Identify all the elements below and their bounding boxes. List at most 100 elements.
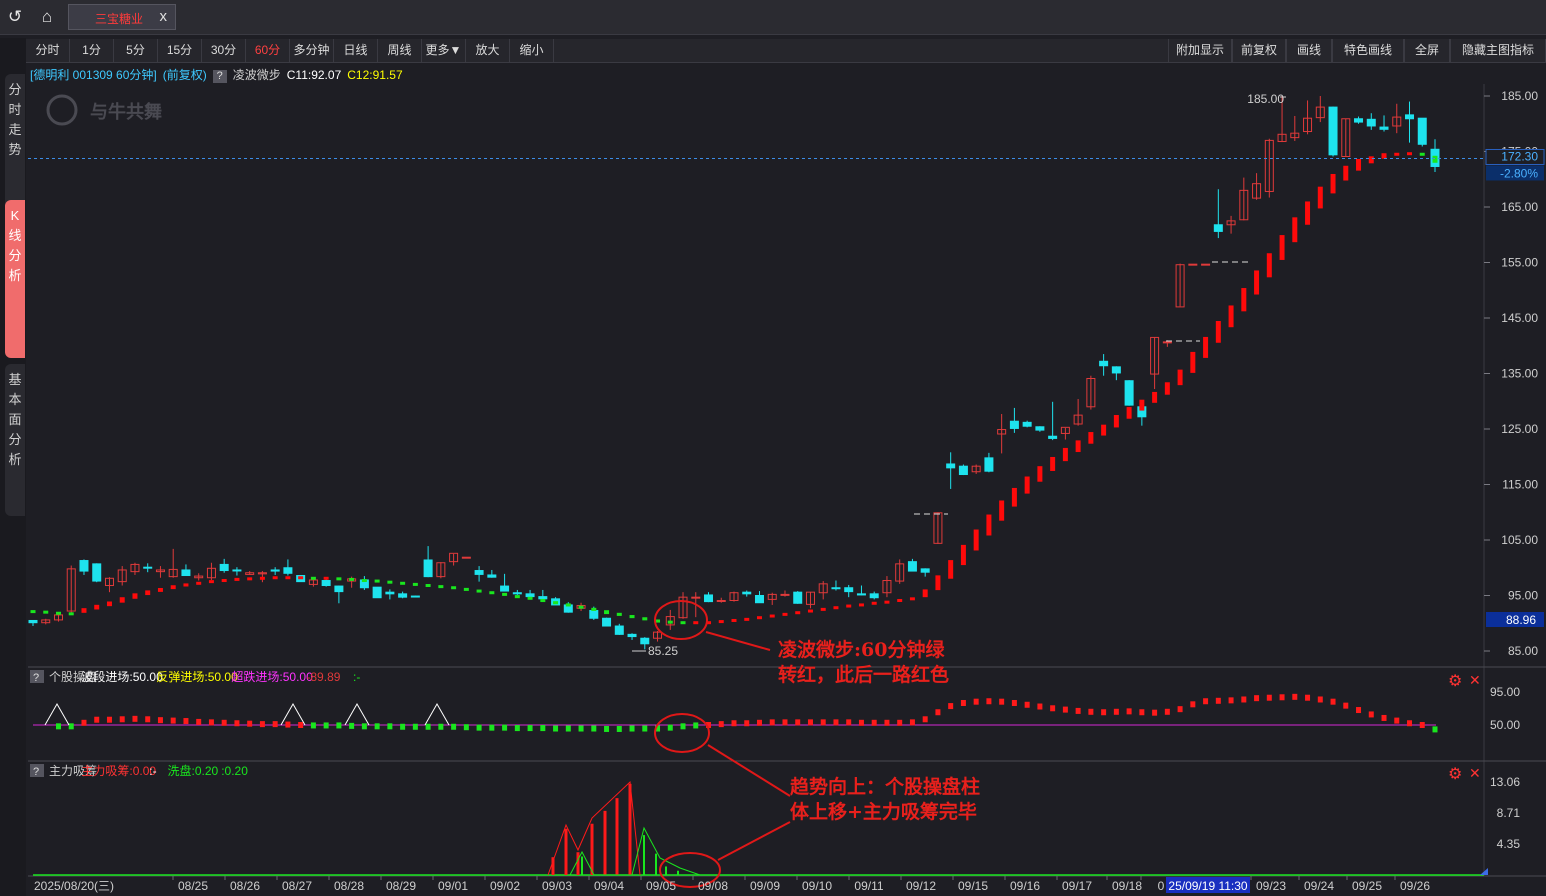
candle-body[interactable] [1124, 380, 1134, 406]
candle-body[interactable] [92, 563, 102, 582]
candle-body[interactable] [500, 585, 510, 592]
kline-chart[interactable]: 与牛共舞185.00175.00165.00155.00145.00135.00… [0, 0, 1546, 896]
panel2-mark [1203, 698, 1209, 705]
candle-body[interactable] [79, 560, 89, 572]
wave-step-mark [807, 609, 813, 613]
panel2-mark [1330, 698, 1336, 705]
panel2-mark [374, 723, 380, 730]
panel2-mark [1177, 706, 1183, 713]
candle-body[interactable] [372, 586, 382, 599]
candle-body[interactable] [1099, 360, 1109, 367]
wave-step-mark [1164, 382, 1170, 395]
candle-body[interactable] [1354, 118, 1364, 123]
candle-body[interactable] [487, 574, 497, 578]
candle-body[interactable] [844, 587, 854, 593]
wave-step-mark [1126, 407, 1132, 419]
candle-body[interactable] [1009, 420, 1019, 429]
candle-body[interactable] [143, 566, 153, 569]
panel2-mark [527, 725, 533, 732]
panel2-mark [782, 719, 788, 726]
panel2-mark [1126, 708, 1132, 715]
candle-body[interactable] [525, 593, 535, 598]
candle-body[interactable] [1417, 117, 1427, 145]
candle-body[interactable] [270, 569, 280, 572]
candle-body[interactable] [334, 585, 344, 593]
candle-body[interactable] [461, 556, 471, 559]
wave-step-mark [119, 597, 125, 603]
panel2-mark [387, 723, 393, 730]
annotation-text: 凌波微步:60分钟绿 [778, 638, 945, 661]
candle-body[interactable] [423, 559, 433, 578]
candle-body[interactable] [1379, 126, 1389, 130]
candle-body[interactable] [704, 594, 714, 603]
candle-body[interactable] [958, 465, 968, 476]
candle-body[interactable] [946, 463, 956, 469]
candle-body[interactable] [1188, 263, 1198, 266]
wave-step-mark [1152, 391, 1158, 403]
candle-body[interactable] [1213, 224, 1223, 232]
candle-body[interactable] [602, 617, 612, 627]
candle-body[interactable] [640, 637, 650, 645]
candle-body[interactable] [856, 593, 866, 596]
panel3-y-tick-label: 8.71 [1497, 806, 1521, 820]
candle-body[interactable] [742, 591, 752, 595]
candle-body[interactable] [716, 599, 726, 602]
gear-icon: ⚙ [1448, 673, 1462, 690]
candle-body[interactable] [907, 561, 917, 572]
candle-body[interactable] [1366, 118, 1376, 127]
candle-body[interactable] [920, 568, 930, 573]
panel2-mark [629, 725, 635, 732]
accumulation-outline [547, 780, 641, 876]
candle-body[interactable] [321, 580, 331, 587]
x-tick-label: 08/28 [334, 879, 364, 893]
wave-step-mark [718, 620, 724, 624]
candle-body[interactable] [1328, 106, 1338, 156]
candle-body[interactable] [410, 595, 420, 598]
wave-step-mark [183, 583, 189, 587]
y-tick-label: 155.00 [1501, 256, 1538, 270]
wave-step-mark [1139, 399, 1145, 411]
candle-body[interactable] [1022, 421, 1032, 427]
candle-body[interactable] [1035, 426, 1045, 431]
candle-body[interactable] [474, 570, 484, 575]
candle-body[interactable] [219, 563, 229, 572]
candle-body[interactable] [538, 596, 548, 600]
candle-body[interactable] [614, 625, 624, 635]
wave-step-mark [591, 607, 597, 611]
panel2-mark [119, 716, 125, 723]
panel2-mark [795, 719, 801, 726]
panel2-mark [438, 723, 444, 730]
candle-body[interactable] [28, 619, 38, 624]
wave-step-mark [1292, 217, 1298, 243]
watermark-icon [46, 94, 78, 126]
panel2-signal-triangle [344, 702, 370, 726]
panel2-mark [858, 719, 864, 726]
candle-body[interactable] [780, 593, 790, 596]
candle-body[interactable] [627, 633, 637, 638]
candle-body[interactable] [1405, 114, 1415, 120]
candle-body[interactable] [1048, 435, 1058, 439]
wave-step-mark [527, 596, 533, 600]
candle-body[interactable] [691, 596, 701, 599]
candle-body[interactable] [869, 593, 879, 599]
wave-step-mark [693, 621, 699, 625]
candle-body[interactable] [512, 592, 522, 595]
wave-step-mark [1101, 424, 1107, 436]
candle-body[interactable] [793, 591, 803, 604]
candle-body[interactable] [283, 567, 293, 574]
candle-body[interactable] [831, 587, 841, 590]
candle-body[interactable] [1111, 366, 1121, 374]
candle-body[interactable] [385, 591, 395, 595]
candle-body[interactable] [589, 609, 599, 619]
candle-body[interactable] [181, 569, 191, 577]
panel2-mark [1254, 695, 1260, 702]
panel2-legend-3: 超跌进场:50.00 [231, 669, 313, 684]
candle-body[interactable] [984, 457, 994, 472]
candle-body[interactable] [1201, 263, 1211, 266]
candle-body[interactable] [398, 593, 408, 598]
candle-body[interactable] [754, 595, 764, 604]
wave-step-mark [1203, 336, 1209, 358]
candle-body[interactable] [232, 569, 242, 572]
candle-body[interactable] [1162, 341, 1172, 344]
panel2-mark [1215, 697, 1221, 704]
